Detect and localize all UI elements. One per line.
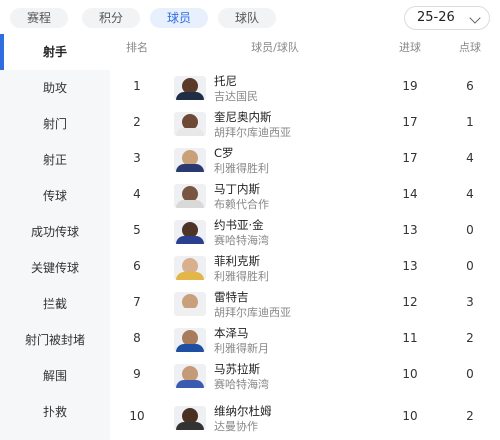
sidebar-item-goals[interactable]: 射手	[0, 34, 110, 70]
table-row[interactable]: 1 托尼 吉达国民 19 6	[110, 70, 500, 106]
rank-cell: 5	[133, 223, 141, 237]
goals-cell: 17	[402, 151, 418, 165]
team-name: 赛哈特海湾	[214, 234, 269, 247]
avatar	[174, 328, 206, 352]
table-row[interactable]: 5 约书亚·金 赛哈特海湾 13 0	[110, 214, 500, 250]
pens-cell: 3	[466, 295, 474, 309]
header-player: 球员/球队	[251, 41, 299, 54]
pens-cell: 2	[466, 331, 474, 345]
goals-cell: 10	[402, 409, 418, 423]
sidebar-item-shots-on-target[interactable]: 射正	[0, 142, 110, 178]
rank-cell: 4	[133, 187, 141, 201]
player-name: 雷特吉	[214, 290, 249, 304]
pens-cell: 6	[466, 79, 474, 93]
pens-cell: 0	[466, 367, 474, 381]
team-name: 布赖代合作	[214, 198, 269, 211]
header-goals: 进球	[399, 41, 421, 54]
rank-cell: 6	[133, 259, 141, 273]
avatar	[174, 184, 206, 208]
rank-cell: 8	[133, 331, 141, 345]
sidebar-item-shots[interactable]: 射门	[0, 106, 110, 142]
table-row[interactable]: 10 维纳尔杜姆 达曼协作 10 2	[110, 400, 500, 436]
sidebar-item-clearances[interactable]: 解围	[0, 358, 110, 394]
player-name: 马丁内斯	[214, 182, 260, 196]
sidebar-item-key-passes[interactable]: 关键传球	[0, 250, 110, 286]
rank-cell: 1	[133, 79, 141, 93]
season-label: 25-26	[417, 10, 455, 25]
avatar	[174, 220, 206, 244]
pens-cell: 4	[466, 187, 474, 201]
table-row[interactable]: 7 雷特吉 胡拜尔库迪西亚 12 3	[110, 286, 500, 322]
table-row[interactable]: 3 C罗 利雅得胜利 17 4	[110, 142, 500, 178]
team-name: 吉达国民	[214, 90, 258, 103]
sidebar-item-assists[interactable]: 助攻	[0, 70, 110, 106]
avatar	[174, 76, 206, 100]
avatar	[174, 112, 206, 136]
top-tab-bar: 赛程 积分 球员 球队 25-26	[0, 0, 500, 34]
goals-cell: 10	[402, 367, 418, 381]
avatar	[174, 364, 206, 388]
pens-cell: 0	[466, 223, 474, 237]
rank-cell: 2	[133, 115, 141, 129]
player-name: 奎尼奥内斯	[214, 110, 272, 124]
player-name: C罗	[214, 146, 234, 160]
table-row[interactable]: 9 马苏拉斯 赛哈特海湾 10 0	[110, 358, 500, 394]
goals-cell: 11	[402, 331, 418, 345]
table-row[interactable]: 2 奎尼奥内斯 胡拜尔库迪西亚 17 1	[110, 106, 500, 142]
player-name: 马苏拉斯	[214, 362, 260, 376]
team-name: 利雅得胜利	[214, 270, 269, 283]
pens-cell: 1	[466, 115, 474, 129]
header-pens: 点球	[459, 41, 481, 54]
team-name: 胡拜尔库迪西亚	[214, 126, 291, 139]
stat-category-sidebar: 射手 助攻 射门 射正 传球 成功传球 关键传球 拦截 射门被封堵 解围 扑救	[0, 34, 110, 440]
player-name: 维纳尔杜姆	[214, 404, 272, 418]
pens-cell: 4	[466, 151, 474, 165]
player-name: 本泽马	[214, 326, 249, 340]
goals-cell: 17	[402, 115, 418, 129]
sidebar-item-accurate-passes[interactable]: 成功传球	[0, 214, 110, 250]
header-rank: 排名	[126, 41, 148, 54]
player-name: 托尼	[214, 74, 237, 88]
avatar	[174, 256, 206, 280]
goals-cell: 12	[402, 295, 418, 309]
sidebar-item-saves[interactable]: 扑救	[0, 394, 110, 430]
goals-cell: 13	[402, 259, 418, 273]
team-name: 利雅得胜利	[214, 162, 269, 175]
tab-teams[interactable]: 球队	[218, 8, 276, 28]
rank-cell: 3	[133, 151, 141, 165]
pens-cell: 2	[466, 409, 474, 423]
sidebar-item-blocked-shots[interactable]: 射门被封堵	[0, 322, 110, 358]
goals-cell: 19	[402, 79, 418, 93]
avatar	[174, 406, 206, 430]
team-name: 达曼协作	[214, 420, 258, 433]
season-select[interactable]: 25-26	[404, 6, 490, 30]
tab-players[interactable]: 球员	[150, 8, 208, 28]
team-name: 胡拜尔库迪西亚	[214, 306, 291, 319]
player-name: 菲利克斯	[214, 254, 260, 268]
rank-cell: 10	[129, 409, 145, 423]
rank-cell: 9	[133, 367, 141, 381]
tab-schedule[interactable]: 赛程	[10, 8, 68, 28]
table-row[interactable]: 4 马丁内斯 布赖代合作 14 4	[110, 178, 500, 214]
avatar	[174, 148, 206, 172]
table-row[interactable]: 8 本泽马 利雅得新月 11 2	[110, 322, 500, 358]
avatar	[174, 292, 206, 316]
player-name: 约书亚·金	[214, 218, 264, 232]
sidebar-item-interceptions[interactable]: 拦截	[0, 286, 110, 322]
goals-cell: 13	[402, 223, 418, 237]
table-row[interactable]: 6 菲利克斯 利雅得胜利 13 0	[110, 250, 500, 286]
goals-cell: 14	[402, 187, 418, 201]
team-name: 赛哈特海湾	[214, 378, 269, 391]
team-name: 利雅得新月	[214, 342, 269, 355]
chevron-down-icon	[469, 12, 481, 24]
sidebar-item-passes[interactable]: 传球	[0, 178, 110, 214]
rank-cell: 7	[133, 295, 141, 309]
tab-standings[interactable]: 积分	[82, 8, 140, 28]
pens-cell: 0	[466, 259, 474, 273]
